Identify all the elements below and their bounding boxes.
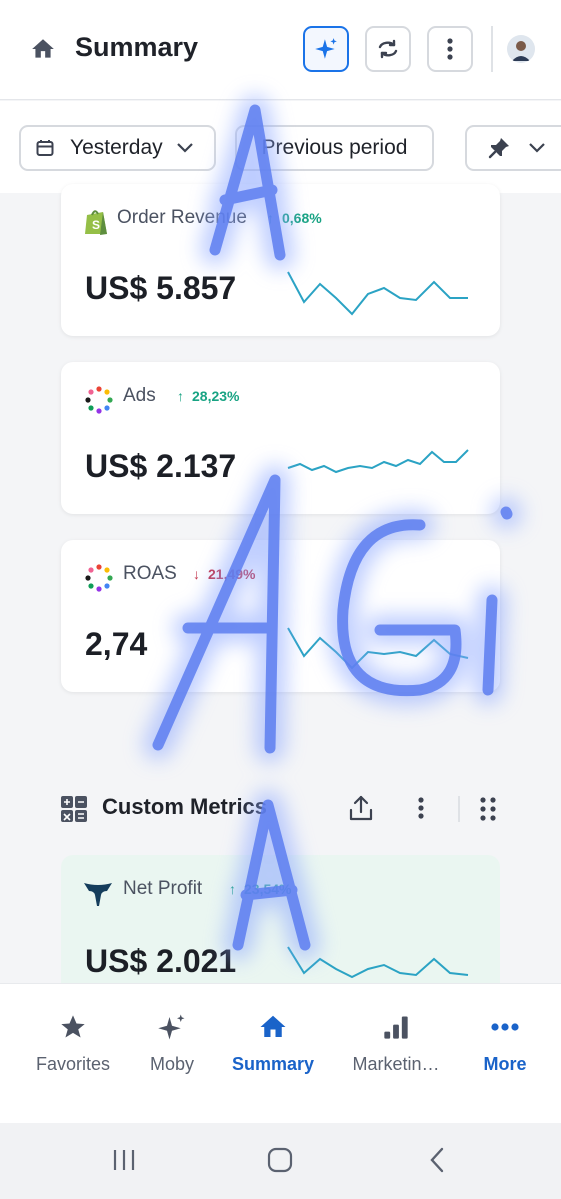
back-icon[interactable]: [428, 1147, 446, 1173]
metric-change: ↑ 23,54%: [229, 881, 292, 897]
metric-change: ↑ 0,68%: [267, 210, 322, 226]
section-divider: [458, 796, 460, 822]
metric-change: ↑ 28,23%: [177, 388, 240, 404]
kebab-menu-icon: [447, 38, 453, 60]
sparkline-chart: [287, 271, 468, 316]
metric-card-ads[interactable]: Ads ↑ 28,23% US$ 2.137: [61, 362, 500, 514]
sparkle-icon: [158, 1014, 185, 1040]
svg-text:S: S: [92, 218, 100, 232]
kebab-menu-icon[interactable]: [417, 796, 425, 820]
more-options-button[interactable]: [427, 26, 473, 72]
chevron-down-icon: [529, 143, 545, 153]
compare-period-dropdown[interactable]: Previous period: [235, 125, 434, 171]
dots-ring-icon: [85, 386, 113, 414]
metric-change: ↓ 21,49%: [193, 566, 256, 582]
star-icon: [61, 1015, 85, 1038]
metric-value: US$ 5.857: [85, 270, 237, 306]
page-title: Summary: [75, 32, 199, 62]
metric-value: US$ 2.137: [85, 448, 237, 484]
arrow-down-icon: ↓: [193, 566, 200, 582]
arrow-up-icon: ↑: [229, 881, 236, 897]
sparkle-icon: [315, 38, 337, 59]
refresh-icon: [378, 39, 398, 59]
moby-ai-button[interactable]: [303, 26, 349, 72]
nav-item-moby[interactable]: Moby: [116, 1010, 228, 1075]
header-divider: [491, 26, 493, 72]
more-dots-icon: [491, 1023, 519, 1031]
filter-bar: Yesterday Previous period: [0, 101, 561, 193]
sparkline-chart: [287, 946, 469, 979]
pin-dropdown[interactable]: [465, 125, 561, 171]
metric-value: 2,74: [85, 626, 148, 662]
triple-whale-icon: [84, 883, 112, 906]
metric-name: Ads: [123, 385, 156, 406]
metric-card-roas[interactable]: ROAS ↓ 21,49% 2,74: [61, 540, 500, 692]
metric-value: US$ 2.021: [85, 943, 237, 979]
nav-item-favorites[interactable]: Favorites: [17, 1010, 129, 1075]
shopify-icon: S: [85, 210, 107, 235]
pin-icon: [488, 138, 509, 159]
refresh-button[interactable]: [365, 26, 411, 72]
sparkline-chart: [287, 627, 469, 670]
nav-item-summary[interactable]: Summary: [217, 1010, 329, 1075]
app-header: Summary: [0, 0, 561, 100]
avatar[interactable]: [507, 35, 535, 63]
dots-ring-icon: [85, 564, 113, 592]
arrow-up-icon: ↑: [177, 388, 184, 404]
home-icon: [260, 1015, 286, 1037]
date-range-dropdown[interactable]: Yesterday: [19, 125, 216, 171]
metric-name: Order Revenue: [117, 207, 247, 228]
bottom-navigation: Favorites Moby Summary Marketin… More: [0, 983, 561, 1123]
metric-name: Net Profit: [123, 878, 203, 899]
metric-card-net-profit[interactable]: Net Profit ↑ 23,54% US$ 2.021: [61, 855, 500, 995]
sparkline-chart: [287, 449, 469, 474]
nav-item-more[interactable]: More: [449, 1010, 561, 1075]
arrow-up-icon: ↑: [267, 210, 274, 226]
recent-apps-icon[interactable]: [112, 1148, 136, 1172]
section-title: Custom Metrics: [102, 794, 268, 819]
date-range-label: Yesterday: [70, 136, 163, 159]
nav-item-marketing[interactable]: Marketin…: [340, 1010, 452, 1075]
metric-name: ROAS: [123, 563, 177, 584]
metric-card-order-revenue[interactable]: S Order Revenue ↑ 0,68% US$ 5.857: [61, 184, 500, 336]
calculator-icon: [61, 796, 87, 822]
custom-metrics-section-header: Custom Metrics: [0, 780, 561, 840]
chevron-down-icon: [176, 143, 193, 153]
compare-period-label: Previous period: [261, 136, 408, 159]
drag-handle-icon[interactable]: [479, 796, 497, 822]
bar-chart-icon: [384, 1016, 408, 1039]
calendar-icon: [36, 140, 54, 156]
home-button-icon[interactable]: [267, 1147, 293, 1173]
share-icon[interactable]: [348, 794, 374, 822]
home-icon[interactable]: [30, 36, 56, 62]
system-navigation-bar: [0, 1123, 561, 1199]
